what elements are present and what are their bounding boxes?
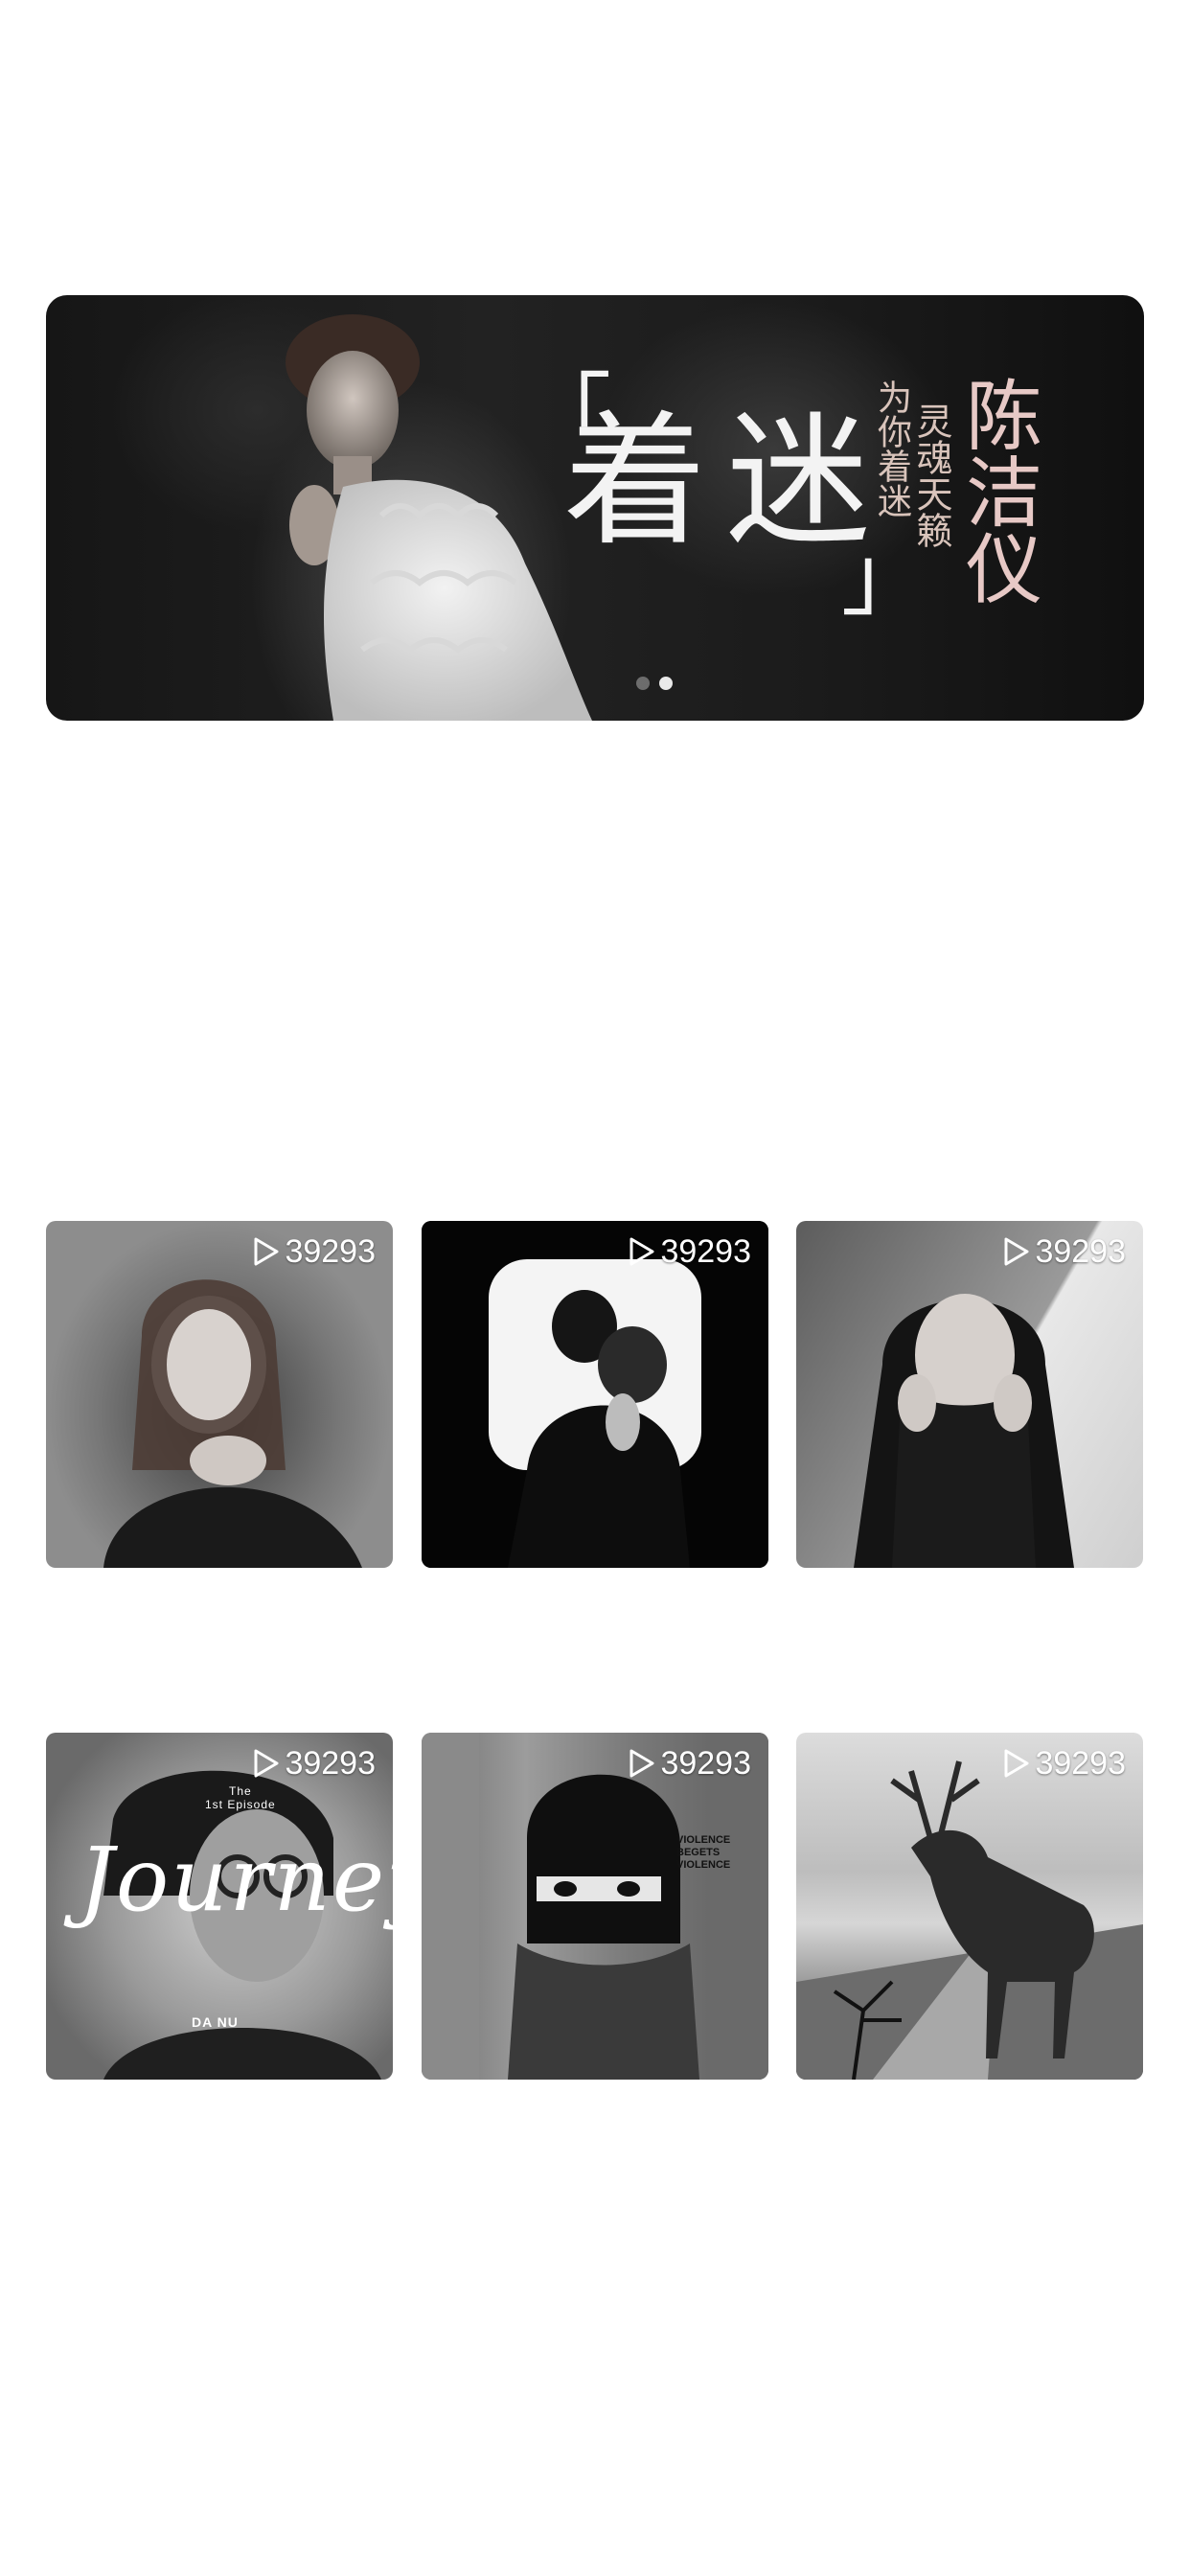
play-icon xyxy=(254,1749,279,1778)
cover-subtitle: The 1st Episode xyxy=(205,1784,276,1811)
playlist-card-3[interactable]: 39293 xyxy=(796,1221,1143,1568)
play-count-value: 39293 xyxy=(660,1233,751,1270)
playlist-card-4[interactable]: The 1st Episode Journey DA NU 39293 xyxy=(46,1733,393,2080)
play-count: 39293 xyxy=(252,1744,376,1782)
banner-title: 着迷 xyxy=(563,399,890,565)
playlist-card-5[interactable]: VIOLENCE BEGETS VIOLENCE 39293 xyxy=(422,1733,768,2080)
cover-tagline: VIOLENCE BEGETS VIOLENCE xyxy=(676,1834,731,1871)
play-icon xyxy=(1004,1749,1029,1778)
playlist-cover-image xyxy=(796,1221,1143,1568)
banner-subtitle: 为你着迷 xyxy=(872,380,911,518)
playlist-cover-image xyxy=(422,1221,768,1568)
play-count: 39293 xyxy=(628,1744,751,1782)
playlist-cover-image xyxy=(796,1733,1143,2080)
cover-title: Journey xyxy=(79,1828,393,1931)
play-count-value: 39293 xyxy=(1035,1233,1126,1270)
play-count: 39293 xyxy=(1002,1744,1126,1782)
banner-title-block: 「 着迷 」 xyxy=(525,372,927,621)
playlist-cover-image xyxy=(422,1733,768,2080)
carousel-dot[interactable] xyxy=(636,677,650,690)
play-count: 39293 xyxy=(1002,1232,1126,1271)
play-count-value: 39293 xyxy=(1035,1745,1126,1782)
playlist-cover-image xyxy=(46,1221,393,1568)
play-count: 39293 xyxy=(628,1232,751,1271)
banner-tagline: 灵魂天籁 xyxy=(910,402,952,548)
playlist-card-6[interactable]: 39293 xyxy=(796,1733,1143,2080)
carousel-dot-active[interactable] xyxy=(659,677,673,690)
playlist-card-1[interactable]: 39293 xyxy=(46,1221,393,1568)
hero-banner[interactable]: 「 着迷 」 为你着迷 灵魂天籁 陈洁仪 xyxy=(46,295,1144,721)
playlist-card-2[interactable]: 39293 xyxy=(422,1221,768,1568)
carousel-indicator[interactable] xyxy=(636,677,673,690)
play-count: 39293 xyxy=(252,1232,376,1271)
cover-artist: DA NU xyxy=(192,2014,239,2030)
play-count-value: 39293 xyxy=(660,1745,751,1782)
play-icon xyxy=(629,1749,654,1778)
banner-artist-name: 陈洁仪 xyxy=(953,376,1042,606)
play-icon xyxy=(629,1237,654,1266)
play-count-value: 39293 xyxy=(285,1233,376,1270)
play-icon xyxy=(254,1237,279,1266)
play-icon xyxy=(1004,1237,1029,1266)
play-count-value: 39293 xyxy=(285,1745,376,1782)
